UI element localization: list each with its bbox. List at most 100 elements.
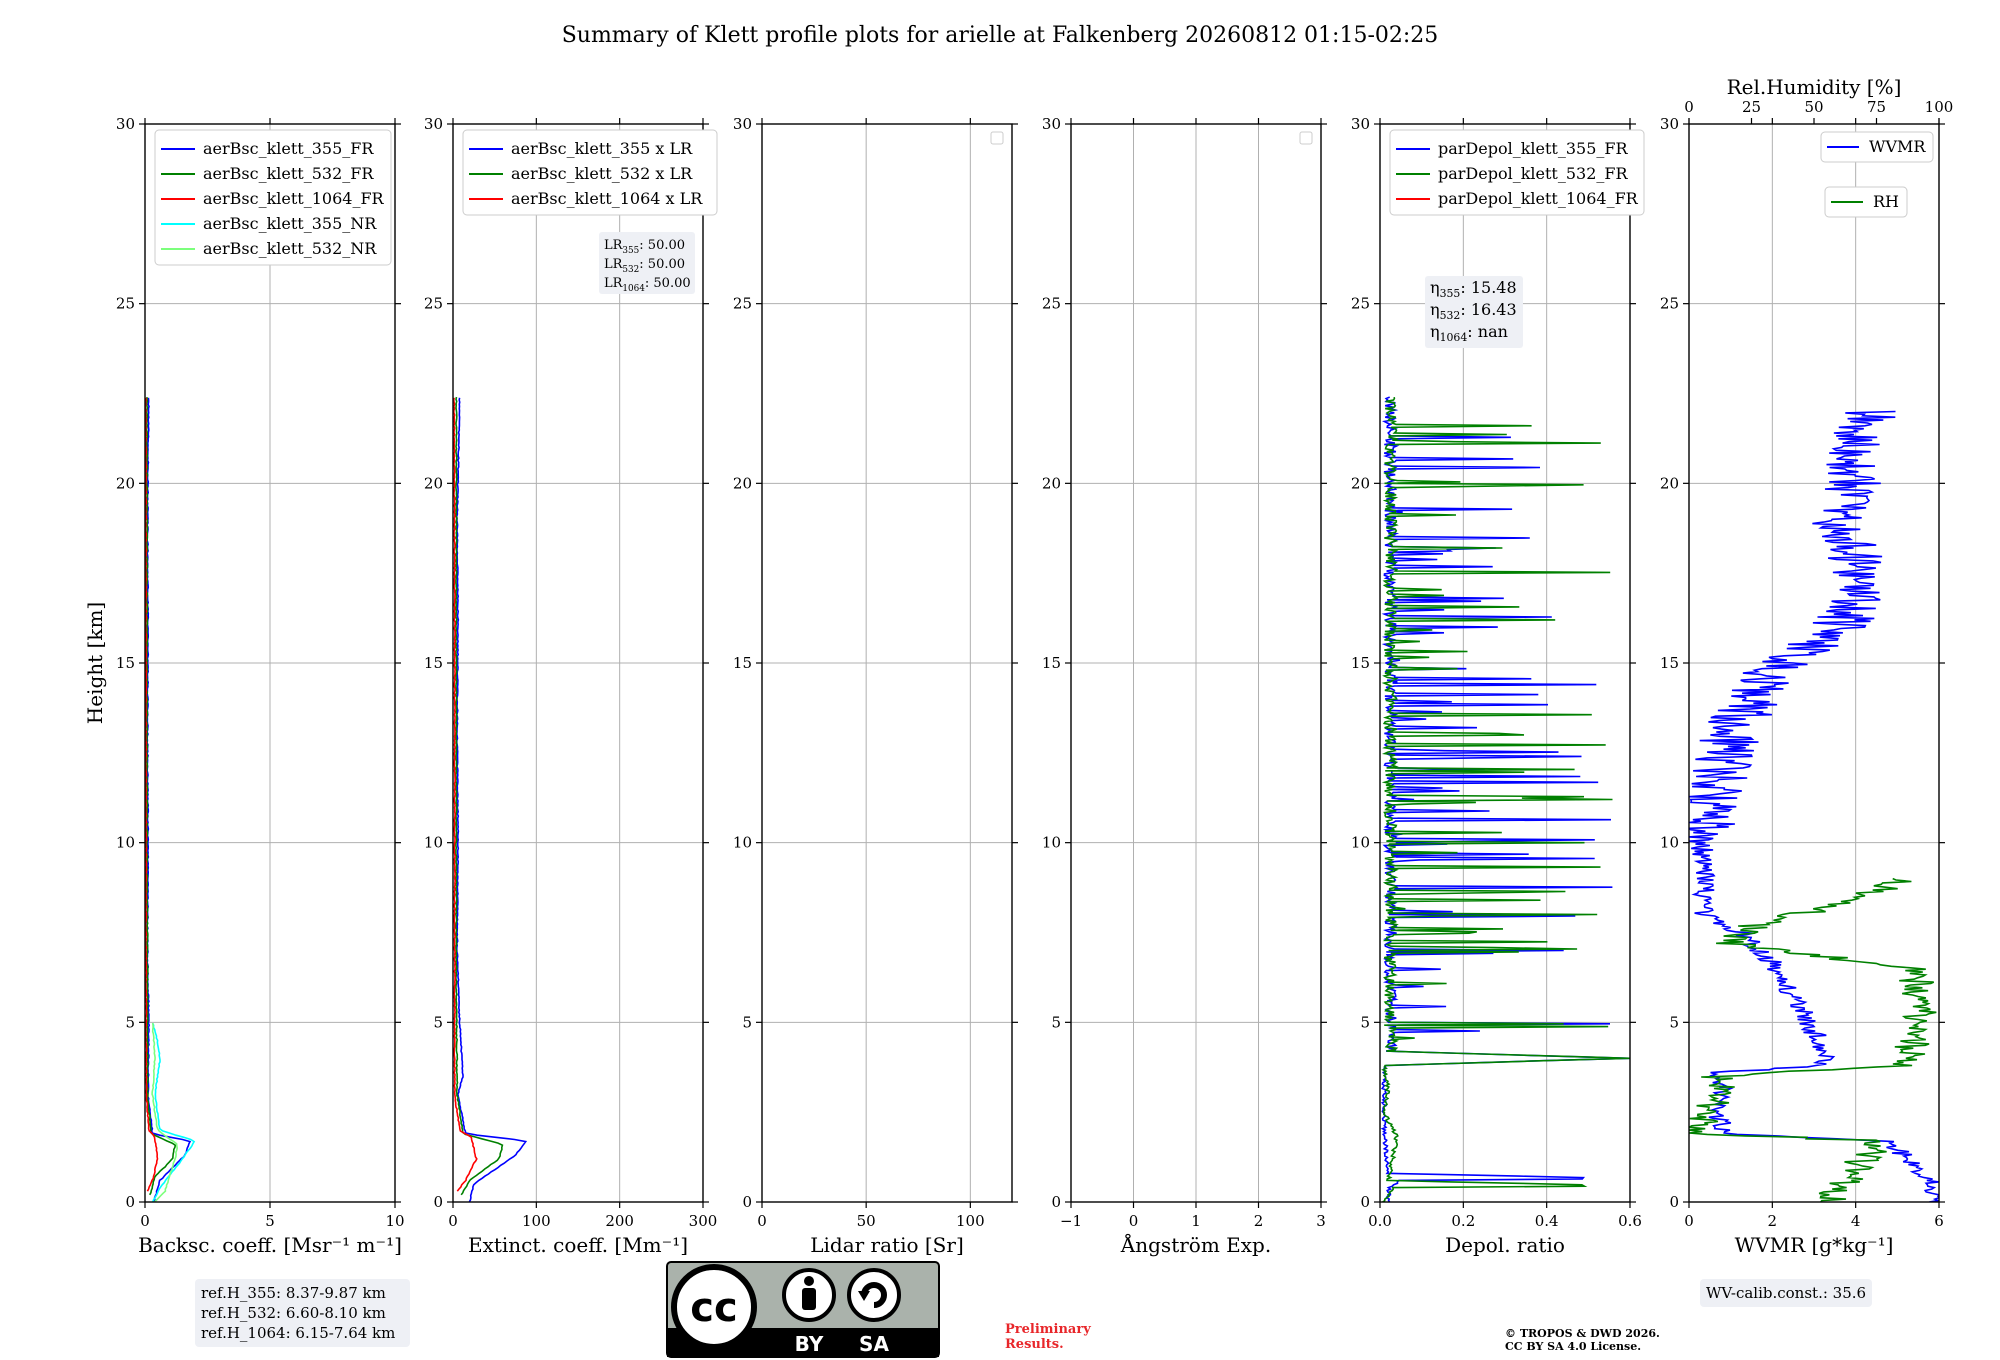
ref-height-1064: ref.H_1064: 6.15-7.64 km [201,1324,396,1342]
legend-label: aerBsc_klett_1064 x LR [511,189,703,208]
y-tick-label: 15 [1660,654,1679,672]
empty-legend-box [990,131,1004,145]
ref-height-532: ref.H_532: 6.60-8.10 km [201,1304,386,1322]
y-tick-label: 20 [1660,474,1679,492]
y-tick-label: 15 [424,654,443,672]
x-tick-label: 0.2 [1451,1212,1475,1230]
x-tick-label: 100 [956,1212,985,1230]
panel-depol: 0.0 0.2 0.4 0.6 0 5 10 15 20 25 30 Depol. ratio parD… [1351,115,1645,1257]
x-tick-label: −1 [1060,1212,1082,1230]
x2-axis-label: Rel.Humidity [%] [1727,75,1902,99]
panel-backscatter: 0 5 10 0 5 10 15 20 25 30 Backsc. coeff. [Msr⁻¹ m⁻… [83,115,405,1257]
copyright-line-1: © TROPOS & DWD 2026. [1505,1327,1660,1340]
series-line-aerBsc_klett_355 x LR [455,397,528,1202]
series-line-parDepol_klett_532_FR [1381,396,1630,1202]
y-tick-label: 10 [1042,834,1061,852]
y-tick-label: 15 [1042,654,1061,672]
x-tick-label: 0 [1129,1212,1139,1230]
x-axis-label: WVMR [g*kg⁻¹] [1735,1233,1894,1257]
annotation-extinction: LR355: 50.00LR532: 50.00LR1064: 50.00 [599,232,695,294]
panel-extinction: 0 100 200 300 0 5 10 15 20 25 30 Extinct. coeff. [M… [424,115,718,1257]
x-tick-label: 200 [605,1212,634,1230]
copyright-note: © TROPOS & DWD 2026. CC BY SA 4.0 Licens… [1505,1327,1660,1353]
panels-group: 0 5 10051015202530Backsc. coeff. [Msr⁻¹ m⁻… [83,75,1953,1257]
y-tick-label: 30 [1351,115,1370,133]
figure-title: Summary of Klett profile plots for ariel… [562,23,1439,48]
legend-label: parDepol_klett_1064_FR [1438,189,1639,208]
wv-calibration-box: WV-calib.const.: 35.6 [1700,1279,1873,1307]
y-tick-label: 10 [1660,834,1679,852]
y-tick-label: 20 [1042,474,1061,492]
y-tick-label: 30 [1660,115,1679,133]
legend-WVMR: WVMR [1820,131,1934,163]
legend-label: aerBsc_klett_1064_FR [203,189,385,208]
x-axis-label: Ångström Exp. [1120,1232,1271,1257]
series-line-aerBsc_klett_355_NR [151,1022,196,1202]
legend-backscatter: aerBsc_klett_355_FR aerBsc_klett_532_FRae… [154,129,392,266]
y-tick-label: 5 [1051,1013,1061,1031]
panel-wvmr: 0 2 4 6 0 5 10 15 20 25 30 0 25 50 75 100 Rel.Humidity [… [1660,75,1953,1257]
x-tick-label: 10 [385,1212,404,1230]
series-line-WVMR [1689,410,1939,1202]
y-tick-label: 30 [424,115,443,133]
y-tick-label: 25 [1042,295,1061,313]
legend-depol: parDepol_klett_355_FR parDepol_klett_532_… [1389,129,1645,216]
y-tick-label: 5 [125,1013,135,1031]
x-tick-label: 3 [1316,1212,1326,1230]
y-tick-label: 15 [733,654,752,672]
y-tick-label: 30 [733,115,752,133]
y-tick-label: 0 [742,1193,752,1211]
panel-angstrom: −1 0 1 2 3051015202530Ångström Exp. [1042,115,1327,1257]
legend-label: aerBsc_klett_355_FR [203,139,374,158]
cc-logo-text: cc [690,1285,737,1331]
y-tick-label: 30 [1042,115,1061,133]
x-axis-label: Depol. ratio [1445,1233,1565,1257]
annotation-depol: η355: 15.48η532: 16.43η1064: nan [1425,276,1523,348]
x-axis-label: Extinct. coeff. [Mm⁻¹] [468,1233,688,1257]
y-tick-label: 20 [424,474,443,492]
x-tick-label: 2 [1254,1212,1264,1230]
legend-label: WVMR [1869,137,1926,156]
y-tick-label: 25 [733,295,752,313]
preliminary-line-2: Results. [1005,1337,1064,1352]
y-tick-label: 15 [116,654,135,672]
x-tick-label: 300 [689,1212,718,1230]
legend-label: parDepol_klett_355_FR [1438,139,1629,158]
legend-label: aerBsc_klett_532_NR [203,239,377,258]
cc-sa-label: SA [859,1332,889,1356]
y-tick-label: 5 [433,1013,443,1031]
legend-label: aerBsc_klett_355_NR [203,214,377,233]
x-tick-label: 1 [1191,1212,1201,1230]
cc-by-label: BY [795,1332,824,1356]
y-tick-label: 20 [116,474,135,492]
legend-extinction: aerBsc_klett_355 x LR aerBsc_klett_532 x … [462,129,718,216]
y-tick-label: 15 [1351,654,1370,672]
x-axis-label: Backsc. coeff. [Msr⁻¹ m⁻¹] [138,1233,402,1257]
x2-tick-label: 100 [1925,98,1954,116]
wv-calibration-text: WV-calib.const.: 35.6 [1706,1284,1867,1302]
legend-label: RH [1873,192,1899,211]
x-tick-label: 0.6 [1618,1212,1642,1230]
legend-RH: RH [1824,186,1908,218]
preliminary-line-1: Preliminary [1005,1322,1091,1337]
x-tick-label: 0 [757,1212,767,1230]
x-tick-label: 6 [1934,1212,1944,1230]
y-tick-label: 5 [1360,1013,1370,1031]
y-tick-label: 0 [125,1193,135,1211]
y-tick-label: 0 [1051,1193,1061,1211]
y-tick-label: 25 [424,295,443,313]
y-tick-label: 0 [433,1193,443,1211]
y-tick-label: 10 [733,834,752,852]
y-tick-label: 10 [116,834,135,852]
preliminary-note: Preliminary Results. [1005,1322,1091,1352]
series-line-aerBsc_klett_532_FR [145,397,177,1196]
y-tick-label: 25 [1351,295,1370,313]
legend-label: parDepol_klett_532_FR [1438,164,1629,183]
ref-height-355: ref.H_355: 8.37-9.87 km [201,1284,386,1302]
x-tick-label: 4 [1851,1212,1861,1230]
legend-label: aerBsc_klett_532_FR [203,164,374,183]
x-tick-label: 5 [265,1212,275,1230]
y-tick-label: 25 [116,295,135,313]
share-alike-icon [847,1268,901,1322]
empty-legend-box [1299,131,1313,145]
